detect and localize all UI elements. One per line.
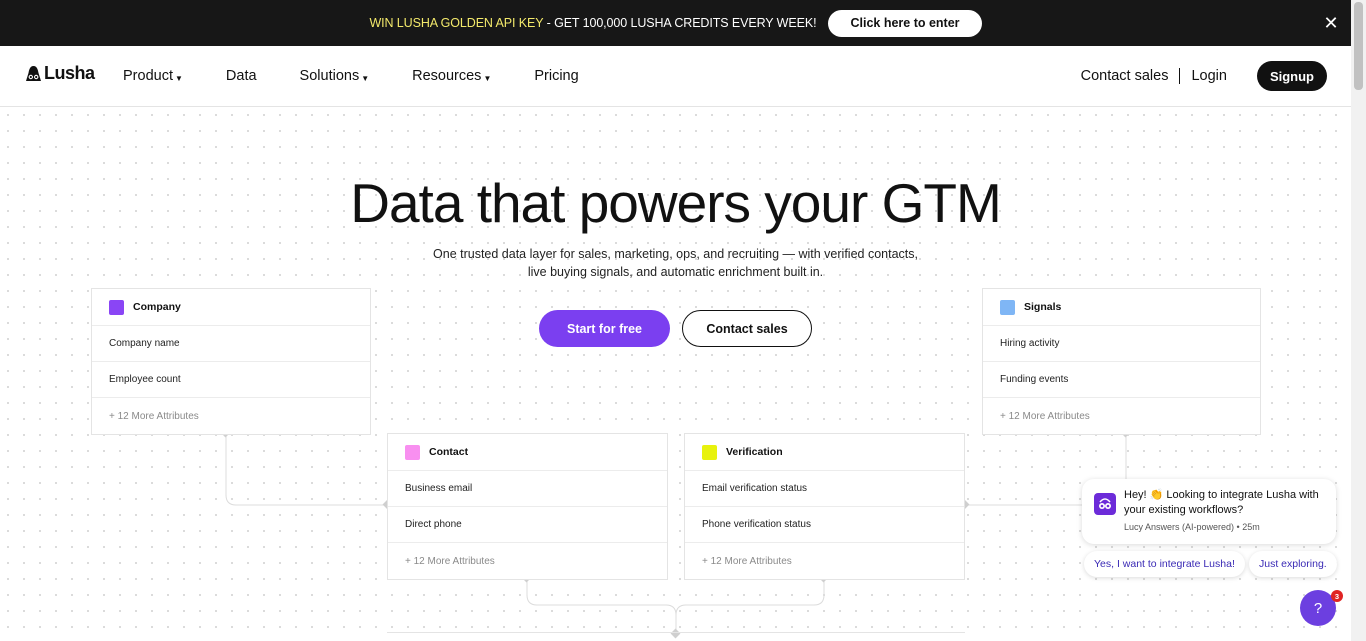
card-header: Company — [92, 289, 370, 326]
nav-item-label: Resources — [412, 68, 482, 84]
card-title: Contact — [429, 446, 469, 458]
more-attributes: + 12 More Attributes — [1000, 410, 1090, 422]
chat-message-bubble[interactable]: Hey! 👏 Looking to integrate Lusha with y… — [1082, 479, 1336, 544]
logo[interactable]: Lusha — [25, 63, 95, 84]
page-title: Data that powers your GTM — [350, 172, 1002, 234]
nav-menu: Product ▼ Data Solutions ▼ Resources ▼ Pric… — [123, 46, 622, 106]
promo-enter-button[interactable]: Click here to enter — [828, 9, 982, 37]
cta-row: Start for free Contact sales — [539, 310, 812, 347]
more-attributes: + 12 More Attributes — [702, 555, 792, 567]
verification-card: Verification Email verification status P… — [684, 433, 965, 580]
card-header: Verification — [685, 434, 964, 471]
card-header: Signals — [983, 289, 1260, 326]
contact-card: Contact Business email Direct phone + 12… — [387, 433, 668, 580]
chevron-down-icon: ▼ — [174, 73, 183, 83]
close-icon[interactable]: ✕ — [1321, 13, 1341, 33]
nav-item-solutions[interactable]: Solutions ▼ — [300, 68, 370, 84]
card-header: Contact — [388, 434, 667, 471]
lusha-bot-icon — [1099, 498, 1111, 509]
page-scrollbar[interactable] — [1351, 0, 1366, 641]
contact-swatch — [405, 444, 420, 460]
nav-item-resources[interactable]: Resources ▼ — [412, 68, 491, 84]
scrollbar-thumb[interactable] — [1354, 2, 1363, 90]
hero-subtitle-line-1: One trusted data layer for sales, market… — [433, 247, 918, 261]
nav-item-pricing[interactable]: Pricing — [534, 68, 578, 84]
quick-reply-exploring[interactable]: Just exploring. — [1249, 551, 1337, 577]
more-attributes: + 12 More Attributes — [405, 555, 495, 567]
card-attribute: Funding events — [983, 362, 1260, 398]
nav-divider — [1179, 68, 1181, 84]
company-card: Company Company name Employee count + 12… — [91, 288, 371, 435]
promo-banner: WIN LUSHA GOLDEN API KEY - GET 100,000 L… — [0, 0, 1351, 46]
chat-message-text: Hey! 👏 Looking to integrate Lusha with y… — [1124, 489, 1319, 516]
card-attribute: Email verification status — [685, 471, 964, 507]
signals-swatch — [1000, 299, 1015, 315]
contact-sales-button[interactable]: Contact sales — [682, 310, 812, 347]
signals-card: Signals Hiring activity Funding events +… — [982, 288, 1261, 435]
chat-message-meta: Lucy Answers (AI-powered) • 25m — [1124, 522, 1260, 532]
logo-text: Lusha — [44, 63, 95, 83]
card-attribute: Employee count — [92, 362, 370, 398]
promo-message: - GET 100,000 LUSHA CREDITS EVERY WEEK! — [543, 16, 817, 30]
chevron-down-icon: ▼ — [361, 73, 370, 83]
nav-item-label: Product — [123, 68, 173, 84]
hero-subtitle: One trusted data layer for sales, market… — [0, 245, 1351, 281]
contact-sales-link[interactable]: Contact sales — [1081, 68, 1169, 84]
main-nav: Lusha Product ▼ Data Solutions ▼ Resources… — [0, 46, 1351, 107]
nav-item-data[interactable]: Data — [226, 68, 257, 84]
card-attribute: Company name — [92, 326, 370, 362]
company-swatch — [109, 299, 124, 315]
lower-card-edge — [387, 632, 965, 641]
start-for-free-button[interactable]: Start for free — [539, 310, 670, 347]
notification-badge: 3 — [1331, 590, 1343, 602]
card-attribute: Direct phone — [388, 507, 667, 543]
nav-item-label: Data — [225, 68, 257, 84]
card-title: Verification — [726, 446, 783, 458]
hero-subtitle-line-2: live buying signals, and automatic enric… — [527, 265, 824, 279]
nav-item-product[interactable]: Product ▼ — [123, 68, 183, 84]
lucy-avatar — [1094, 493, 1116, 515]
promo-text: WIN LUSHA GOLDEN API KEY - GET 100,000 L… — [369, 16, 816, 30]
nav-item-label: Pricing — [534, 68, 579, 84]
login-link[interactable]: Login — [1191, 68, 1226, 84]
card-attribute: Business email — [388, 471, 667, 507]
card-title: Signals — [1024, 301, 1062, 313]
verification-swatch — [702, 444, 717, 460]
card-attribute: Phone verification status — [685, 507, 964, 543]
card-title: Company — [133, 301, 181, 313]
promo-highlight: WIN LUSHA GOLDEN API KEY — [369, 16, 544, 30]
lusha-logo-icon — [26, 65, 41, 81]
signup-button[interactable]: Signup — [1256, 61, 1327, 91]
nav-item-label: Solutions — [299, 68, 360, 84]
chevron-down-icon: ▼ — [483, 73, 492, 83]
nav-actions: Contact sales Login Signup — [1081, 46, 1327, 106]
card-attribute: Hiring activity — [983, 326, 1260, 362]
more-attributes: + 12 More Attributes — [109, 410, 199, 422]
quick-reply-integrate[interactable]: Yes, I want to integrate Lusha! — [1084, 551, 1245, 577]
